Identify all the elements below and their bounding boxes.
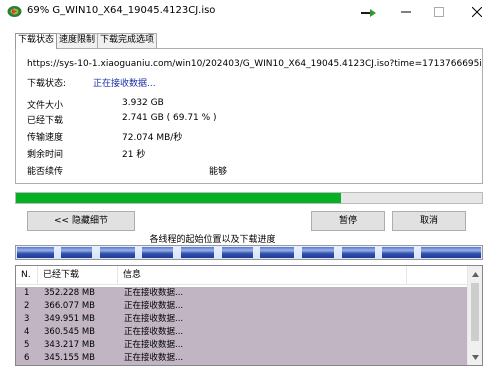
speed-label: 传输速度 [27, 133, 64, 143]
scroll-up-icon [471, 271, 479, 277]
progress-fill [16, 193, 341, 203]
idm-app-icon [7, 6, 22, 17]
thread-segment [17, 247, 54, 258]
row-number: 3 [24, 314, 30, 324]
thread-segment [260, 247, 294, 258]
row-info: 正在接收数据... [124, 353, 184, 363]
row-info: 正在接收数据... [124, 327, 184, 337]
tab-strip: 下载状态 速度限制 下载完成选项 [15, 33, 158, 49]
thread-segment [142, 247, 173, 258]
download-url: https://sys-10-1.xiaoguaniu.com/win10/20… [27, 59, 482, 69]
threads-caption: 各线程的起始位置以及下载进度 [149, 235, 276, 245]
row-downloaded: 349.951 MB [44, 314, 96, 324]
tab-speed-limit[interactable]: 速度限制 [56, 33, 99, 48]
minimize-icon [401, 11, 411, 13]
column-header-downloaded[interactable]: 已经下载 [38, 266, 118, 285]
column-header-info[interactable]: 信息 [118, 266, 407, 285]
row-downloaded: 343.217 MB [44, 340, 96, 350]
file-size-value: 3.932 GB [122, 98, 164, 108]
remaining-time-value: 21 秒 [122, 150, 146, 160]
thread-segment [342, 247, 375, 258]
tab-download-status[interactable]: 下载状态 [15, 33, 58, 49]
resume-value: 能够 [209, 167, 228, 177]
vertical-scrollbar[interactable] [467, 266, 482, 365]
thread-segment [61, 247, 92, 258]
downloaded-value: 2.741 GB ( 69.71 % ) [122, 113, 217, 123]
title-bar: 69% G_WIN10_X64_19045.4123CJ.iso [0, 0, 500, 24]
table-row[interactable]: 2 366.077 MB 正在接收数据... [16, 300, 468, 313]
window-title: 69% G_WIN10_X64_19045.4123CJ.iso [27, 5, 216, 16]
maximize-icon [434, 7, 444, 17]
list-header: N. 已经下载 信息 [16, 266, 468, 285]
row-downloaded: 366.077 MB [44, 301, 96, 311]
resume-label: 能否续传 [27, 167, 64, 177]
status-value: 正在接收数据... [93, 79, 156, 89]
row-info: 正在接收数据... [124, 301, 184, 311]
threads-progress-bar [15, 245, 483, 260]
column-header-n[interactable]: N. [16, 266, 38, 285]
tab-completion-options[interactable]: 下载完成选项 [97, 33, 158, 48]
row-downloaded: 345.155 MB [44, 353, 96, 363]
table-row[interactable]: 1 352.228 MB 正在接收数据... [16, 287, 468, 300]
thread-segment [382, 247, 414, 258]
row-downloaded: 352.228 MB [44, 288, 96, 298]
close-button[interactable] [454, 0, 500, 24]
downloaded-label: 已经下载 [27, 116, 64, 126]
row-number: 1 [24, 288, 30, 298]
status-panel: https://sys-10-1.xiaoguaniu.com/win10/20… [15, 48, 483, 184]
thread-segment [181, 247, 214, 258]
row-info: 正在接收数据... [124, 340, 184, 350]
table-row[interactable]: 6 345.155 MB 正在接收数据... [16, 352, 468, 365]
row-info: 正在接收数据... [124, 314, 184, 324]
thread-segment [421, 247, 481, 258]
table-row[interactable]: 4 360.545 MB 正在接收数据... [16, 326, 468, 339]
cancel-button[interactable]: 取消 [392, 211, 466, 231]
row-number: 6 [24, 353, 30, 363]
scroll-down-icon [471, 354, 479, 360]
thread-segment [222, 247, 253, 258]
threads-list[interactable]: N. 已经下载 信息 1 352.228 MB 正在接收数据... 2 366.… [15, 265, 483, 366]
speed-value: 72.074 MB/秒 [122, 133, 183, 143]
scroll-up-button[interactable] [468, 268, 482, 280]
thread-segment [100, 247, 135, 258]
download-progress-bar [15, 192, 483, 204]
row-number: 4 [24, 327, 30, 337]
row-number: 5 [24, 340, 30, 350]
scroll-down-button[interactable] [468, 351, 482, 363]
hide-details-button[interactable]: << 隐藏细节 [27, 211, 135, 231]
row-downloaded: 360.545 MB [44, 327, 96, 337]
table-row[interactable]: 3 349.951 MB 正在接收数据... [16, 313, 468, 326]
row-info: 正在接收数据... [124, 288, 184, 298]
thread-segment [302, 247, 334, 258]
status-label: 下载状态: [27, 79, 67, 89]
row-number: 2 [24, 301, 30, 311]
remaining-time-label: 剩余时间 [27, 150, 64, 160]
pause-button[interactable]: 暂停 [311, 211, 385, 231]
green-arrow-icon [361, 9, 376, 17]
file-size-label: 文件大小 [27, 101, 64, 111]
table-row[interactable]: 5 343.217 MB 正在接收数据... [16, 339, 468, 352]
close-icon [472, 7, 482, 17]
scrollbar-thumb[interactable] [471, 283, 479, 341]
